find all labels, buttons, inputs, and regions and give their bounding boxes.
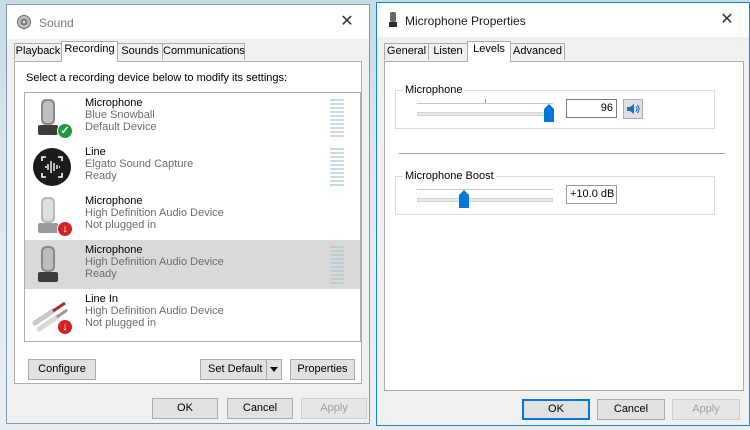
tab-playback-label: Playback xyxy=(15,45,61,57)
props-ok-button[interactable]: OK xyxy=(522,399,590,420)
tab-sounds[interactable]: Sounds xyxy=(117,43,163,60)
microphone-small-icon xyxy=(389,12,397,27)
tab-levels[interactable]: Levels xyxy=(467,41,511,62)
tab-communications[interactable]: Communications xyxy=(162,43,245,60)
tab-general-label: General xyxy=(386,45,427,57)
tab-advanced-label: Advanced xyxy=(513,45,562,57)
recording-panel: Select a recording device below to modif… xyxy=(14,61,362,384)
section-divider xyxy=(399,153,725,154)
speaker-volume-icon xyxy=(627,104,640,114)
set-default-label: Set Default xyxy=(208,363,263,375)
microphone-group: Microphone xyxy=(395,84,715,129)
unplugged-arrow-icon: ↓ xyxy=(57,221,73,237)
microphone-level-value[interactable]: 96 xyxy=(566,99,617,118)
sound-close-button[interactable]: ✕ xyxy=(325,5,369,39)
tick-scale xyxy=(417,189,553,190)
microphone-slider-track[interactable] xyxy=(417,112,553,116)
props-apply-button[interactable]: Apply xyxy=(672,399,740,420)
device-status: Ready xyxy=(85,268,117,280)
device-detail: High Definition Audio Device xyxy=(85,305,224,317)
tab-levels-label: Levels xyxy=(473,43,505,55)
device-status: Ready xyxy=(85,170,117,182)
level-meter xyxy=(330,99,344,137)
device-name: Microphone xyxy=(85,97,143,109)
tab-listen[interactable]: Listen xyxy=(428,43,468,60)
props-window-title: Microphone Properties xyxy=(405,14,526,28)
device-status: Default Device xyxy=(85,121,157,133)
boost-slider-track[interactable] xyxy=(417,198,553,202)
list-item[interactable]: ↓ Line In High Definition Audio Device N… xyxy=(25,289,360,338)
sound-dialog: Sound ✕ Playback Recording Sounds Commun… xyxy=(6,4,370,424)
list-item[interactable]: Line Elgato Sound Capture Ready xyxy=(25,142,360,191)
cancel-button[interactable]: Cancel xyxy=(227,398,293,419)
boost-label: Microphone Boost xyxy=(403,170,496,182)
boost-group: Microphone Boost xyxy=(395,170,715,215)
tab-general[interactable]: General xyxy=(384,43,429,60)
device-name: Microphone xyxy=(85,195,143,207)
tick-mark xyxy=(485,99,486,103)
level-meter xyxy=(330,246,344,284)
list-item[interactable]: Microphone High Definition Audio Device … xyxy=(25,240,360,289)
microphone-icon xyxy=(38,246,58,282)
microphone-properties-dialog: Microphone Properties ✕ General Listen L… xyxy=(376,2,750,426)
tab-playback[interactable]: Playback xyxy=(14,43,62,60)
set-default-dropdown[interactable] xyxy=(266,360,281,379)
chevron-down-icon xyxy=(270,367,278,372)
device-list[interactable]: ✓ Microphone Blue Snowball Default Devic… xyxy=(24,92,361,342)
unplugged-arrow-icon: ↓ xyxy=(57,319,73,335)
tab-recording[interactable]: Recording xyxy=(61,41,118,62)
tab-sounds-label: Sounds xyxy=(121,45,159,57)
elgato-icon xyxy=(33,148,71,186)
sound-window-title: Sound xyxy=(39,16,74,30)
speaker-mute-button[interactable] xyxy=(623,99,643,119)
levels-panel: Microphone 96 Microphone Boost +10.0 dB xyxy=(384,61,744,391)
props-cancel-button[interactable]: Cancel xyxy=(597,399,665,420)
tick-scale xyxy=(417,103,553,104)
device-name: Line In xyxy=(85,293,119,305)
recording-instruction: Select a recording device below to modif… xyxy=(26,72,288,84)
device-detail: Elgato Sound Capture xyxy=(85,158,194,170)
tab-advanced[interactable]: Advanced xyxy=(510,43,565,60)
device-detail: Blue Snowball xyxy=(85,109,155,121)
ok-button[interactable]: OK xyxy=(152,398,218,419)
device-detail: High Definition Audio Device xyxy=(85,256,224,268)
boost-value[interactable]: +10.0 dB xyxy=(566,185,617,204)
tab-listen-label: Listen xyxy=(433,45,463,57)
configure-button[interactable]: Configure xyxy=(28,359,96,380)
speaker-icon xyxy=(17,15,31,29)
level-meter xyxy=(330,148,344,186)
device-name: Line xyxy=(85,146,106,158)
set-default-button[interactable]: Set Default xyxy=(200,359,282,380)
default-check-icon: ✓ xyxy=(57,123,73,139)
props-title-bar[interactable]: Microphone Properties ✕ xyxy=(377,3,749,37)
sound-title-bar[interactable]: Sound ✕ xyxy=(7,5,369,39)
tab-recording-label: Recording xyxy=(64,43,115,55)
tab-communications-label: Communications xyxy=(163,45,245,57)
props-close-button[interactable]: ✕ xyxy=(705,3,749,37)
list-item[interactable]: ✓ Microphone Blue Snowball Default Devic… xyxy=(25,93,360,142)
list-item[interactable]: ↓ Microphone High Definition Audio Devic… xyxy=(25,191,360,240)
device-status: Not plugged in xyxy=(85,219,156,231)
microphone-level-label: Microphone xyxy=(403,84,465,96)
properties-button[interactable]: Properties xyxy=(290,359,355,380)
device-detail: High Definition Audio Device xyxy=(85,207,224,219)
device-status: Not plugged in xyxy=(85,317,156,329)
device-name: Microphone xyxy=(85,244,143,256)
apply-button[interactable]: Apply xyxy=(301,398,367,419)
